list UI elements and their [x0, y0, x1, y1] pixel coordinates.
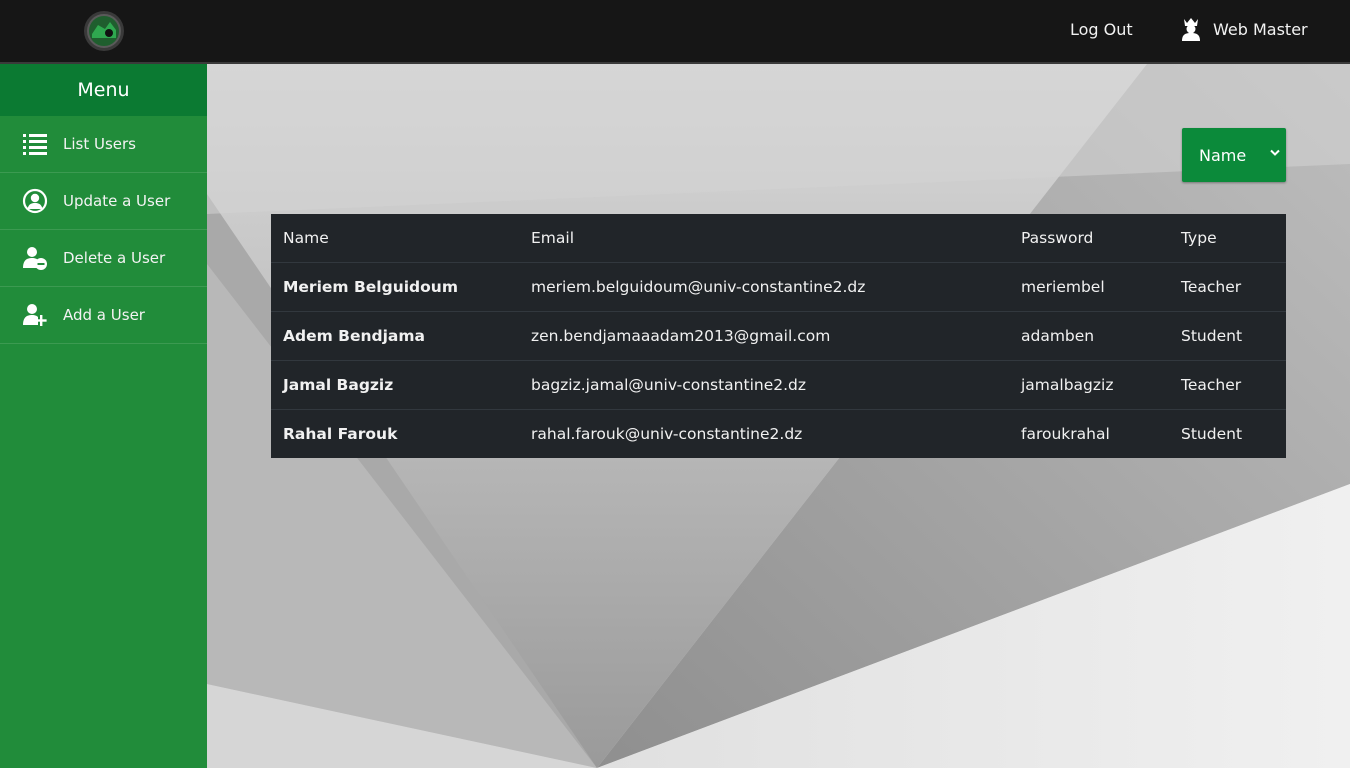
- table-row[interactable]: Jamal Bagziz bagziz.jamal@univ-constanti…: [271, 360, 1286, 410]
- cell-type: Student: [1169, 311, 1286, 361]
- list-icon: [22, 131, 48, 157]
- table-header-row: Name Email Password Type: [271, 214, 1286, 263]
- column-header-type[interactable]: Type: [1169, 214, 1286, 263]
- cell-email: meriem.belguidoum@univ-constantine2.dz: [519, 262, 1009, 312]
- table-row[interactable]: Adem Bendjama zen.bendjamaaadam2013@gmai…: [271, 311, 1286, 361]
- cell-name: Jamal Bagziz: [271, 360, 519, 410]
- cell-password: meriembel: [1009, 262, 1169, 312]
- user-circle-icon: [22, 188, 48, 214]
- cell-name: Meriem Belguidoum: [271, 262, 519, 312]
- sidebar-item-delete-user[interactable]: Delete a User: [0, 230, 207, 287]
- top-navbar: Log Out Web Master: [0, 0, 1350, 64]
- cell-password: faroukrahal: [1021, 425, 1110, 443]
- column-header-password[interactable]: Password: [1009, 214, 1169, 263]
- sidebar-item-update-user[interactable]: Update a User: [0, 173, 207, 230]
- table-row[interactable]: Rahal Farouk rahal.farouk@univ-constanti…: [271, 410, 1286, 459]
- sidebar: Menu List Users Update a User Delete a U…: [0, 64, 207, 768]
- cell-email: bagziz.jamal@univ-constantine2.dz: [519, 360, 1009, 410]
- cell-type: Teacher: [1169, 360, 1286, 410]
- sidebar-item-label: List Users: [63, 135, 136, 153]
- logout-link[interactable]: Log Out: [1070, 20, 1133, 39]
- user-minus-icon: [22, 245, 48, 271]
- sidebar-title: Menu: [0, 64, 207, 116]
- chevron-down-icon: [1270, 149, 1280, 156]
- cell-type: Student: [1181, 425, 1243, 443]
- sidebar-item-label: Update a User: [63, 192, 171, 210]
- column-header-name[interactable]: Name: [271, 214, 519, 263]
- users-table: Name Email Password Type Meriem Belguido…: [271, 214, 1286, 458]
- cell-email: zen.bendjamaaadam2013@gmail.com: [519, 311, 1009, 361]
- user-crown-icon: [1182, 18, 1200, 41]
- cell-password: adamben: [1009, 311, 1169, 361]
- cell-name: Rahal Farouk: [283, 425, 398, 443]
- sidebar-item-list-users[interactable]: List Users: [0, 116, 207, 173]
- cell-type: Teacher: [1169, 262, 1286, 312]
- logo[interactable]: [83, 10, 125, 52]
- cell-email: rahal.farouk@univ-constantine2.dz: [531, 425, 803, 443]
- sort-select-value: Name: [1199, 145, 1247, 165]
- user-menu[interactable]: Web Master: [1180, 17, 1308, 41]
- app-root: Log Out Web Master Menu List Users Updat…: [0, 0, 1350, 768]
- user-plus-icon: [22, 302, 48, 328]
- sidebar-item-add-user[interactable]: Add a User: [0, 287, 207, 344]
- main-content: Name Name Email Password Type Meriem Bel…: [207, 64, 1350, 768]
- sort-select[interactable]: Name: [1182, 128, 1286, 182]
- cell-password: jamalbagziz: [1009, 360, 1169, 410]
- user-name: Web Master: [1213, 19, 1308, 39]
- column-header-email[interactable]: Email: [519, 214, 1009, 263]
- sidebar-item-label: Delete a User: [63, 249, 166, 267]
- cell-name: Adem Bendjama: [271, 311, 519, 361]
- table-row[interactable]: Meriem Belguidoum meriem.belguidoum@univ…: [271, 262, 1286, 312]
- sidebar-item-label: Add a User: [63, 306, 145, 324]
